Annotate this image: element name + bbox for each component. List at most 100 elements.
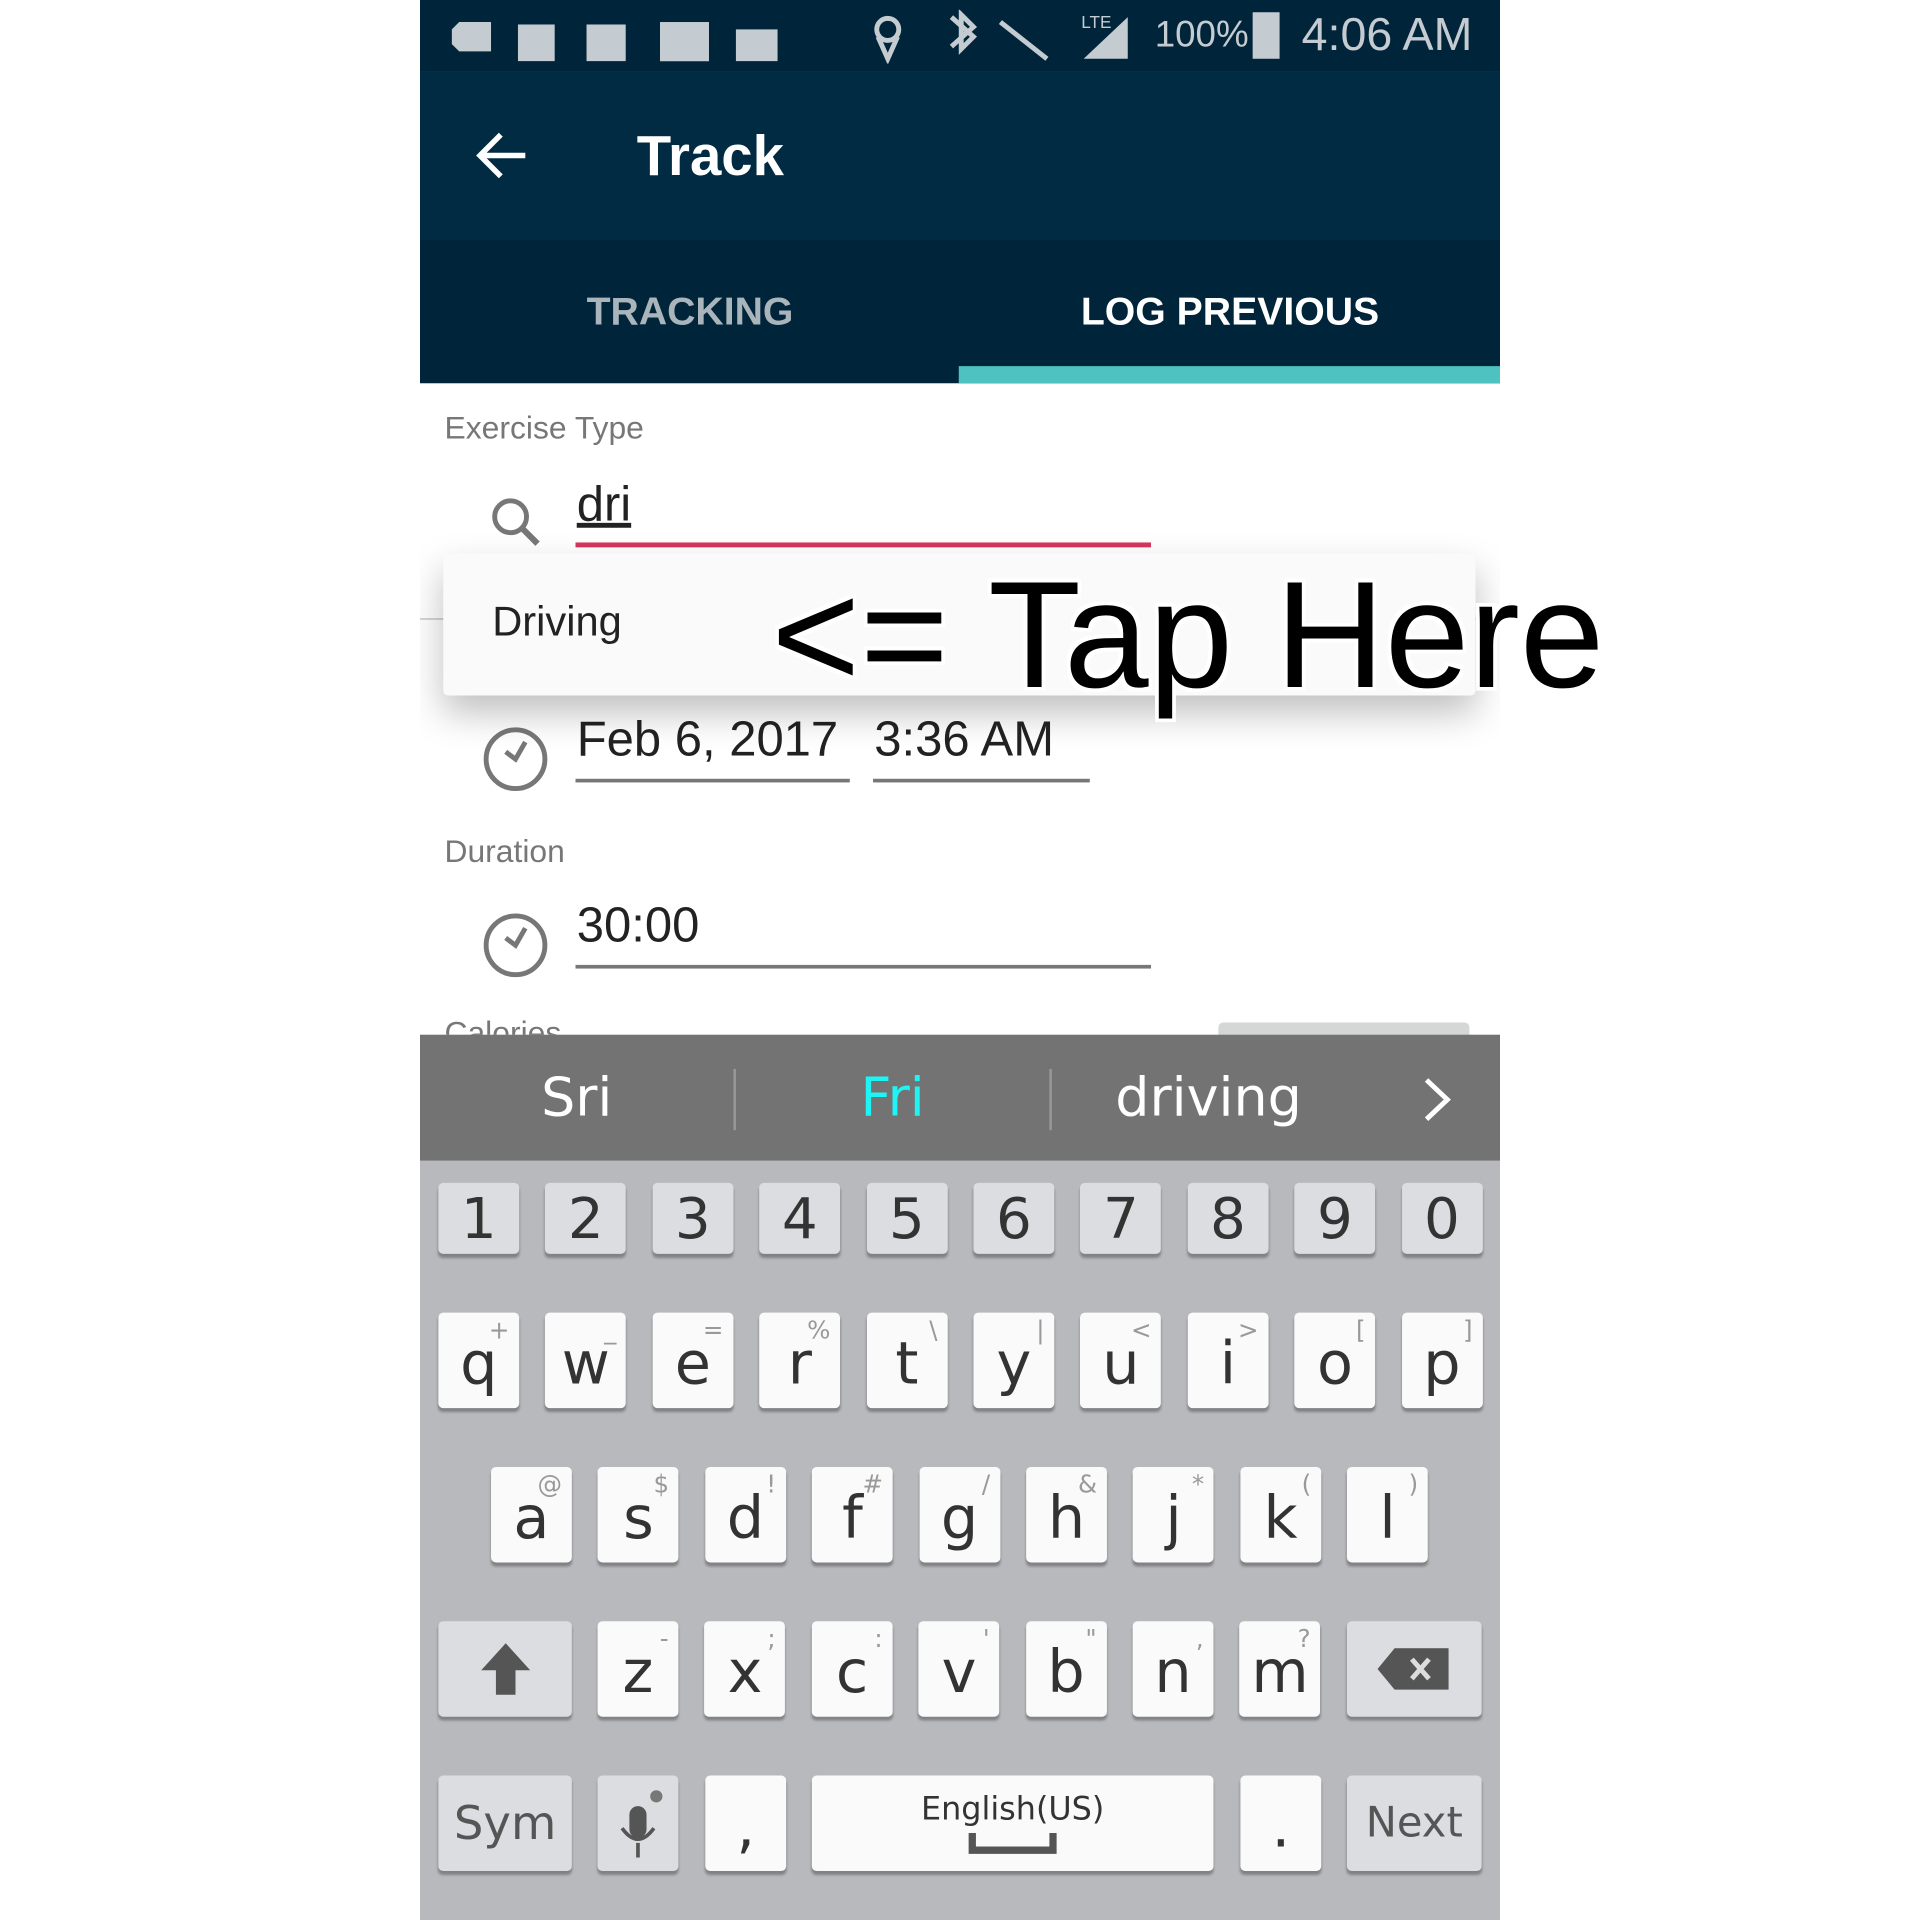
key-secondary-label: # [862,1469,884,1499]
key-label: 3 [674,1185,711,1252]
key-8[interactable]: 8 [1187,1182,1269,1254]
key-secondary-label: [ [1355,1315,1366,1345]
key-a[interactable]: a @ [491,1466,572,1563]
period-key[interactable]: . [1240,1775,1322,1872]
key-label: , [736,1792,756,1862]
key-secondary-label: _ [604,1315,617,1345]
key-f[interactable]: f # [812,1466,893,1563]
key-label: e [674,1329,711,1399]
key-6[interactable]: 6 [973,1182,1055,1254]
input-focus-line [575,542,1152,548]
key-label: 7 [1102,1185,1139,1252]
key-z[interactable]: z- [597,1621,679,1717]
comma-key[interactable]: , [705,1775,787,1872]
key-label: 9 [1316,1185,1353,1252]
key-1[interactable]: 1 [438,1182,520,1254]
key-b[interactable]: b " [1025,1621,1107,1717]
shift-key[interactable] [438,1621,572,1717]
word-suggestion[interactable]: Fri [736,1035,1049,1161]
key-secondary-label: % [807,1315,831,1345]
key-label: 4 [781,1185,818,1252]
key-l[interactable]: l) [1347,1466,1428,1563]
key-label: English(US) [920,1791,1105,1829]
key-secondary-label: ; [767,1623,776,1654]
backspace-key[interactable] [1346,1621,1482,1717]
key-q[interactable]: q + [438,1312,520,1409]
key-label: u [1102,1329,1140,1399]
calories-button[interactable] [1218,1022,1470,1035]
search-icon [492,498,540,546]
suggestion-driving[interactable]: Driving [492,599,622,647]
key-e[interactable]: e = [652,1312,734,1409]
key-u[interactable]: u < [1080,1312,1162,1409]
key-s[interactable]: s $ [598,1466,679,1563]
key-g[interactable]: g / [919,1466,1000,1563]
sym-key[interactable]: Sym [438,1775,572,1872]
key-h[interactable]: h & [1026,1466,1107,1563]
next-key[interactable]: Next [1346,1775,1482,1872]
key-9[interactable]: 9 [1294,1182,1376,1254]
duration-field[interactable]: 30:00 [577,899,700,954]
key-r[interactable]: r% [759,1312,841,1409]
key-t[interactable]: t \ [866,1312,948,1409]
word-suggestion[interactable]: driving [1052,1035,1365,1161]
key-2[interactable]: 2 [545,1182,627,1254]
key-p[interactable]: p] [1401,1312,1483,1409]
tap-here-annotation: <= Tap Here [771,551,1605,721]
key-7[interactable]: 7 [1080,1182,1162,1254]
space-key[interactable]: English(US) [811,1775,1214,1872]
key-v[interactable]: v ' [918,1621,1000,1717]
arrow-left-icon[interactable] [474,130,530,181]
key-label: l [1379,1484,1396,1553]
phone-screen: LTE 100% 4:06 AM Track TRACKING LOG PREV… [420,0,1501,1920]
word-suggestion[interactable]: Sri [420,1035,733,1161]
voice-input-key[interactable] [597,1775,679,1872]
status-bar: LTE 100% 4:06 AM [420,0,1501,72]
key-label: x [727,1638,763,1707]
key-d[interactable]: d! [705,1466,786,1563]
tab-indicator [958,366,1501,384]
key-n[interactable]: n, [1132,1621,1214,1717]
key-secondary-label: ? [1297,1623,1311,1654]
key-secondary-label: - [659,1623,669,1654]
chevron-right-icon[interactable] [1422,1076,1454,1123]
key-k[interactable]: k( [1240,1466,1321,1563]
key-secondary-label: \ [929,1315,938,1345]
key-secondary-label: $ [653,1469,670,1499]
key-label: 2 [567,1185,604,1252]
key-label: 1 [460,1185,497,1252]
key-secondary-label: ) [1408,1469,1419,1499]
keyboard: 1 2 3 4 5 6 7 8 9 0 q + w _ e = r% t \ y | u < i > o[ p] a @ s $ d! f # g /… [420,1160,1501,1920]
key-o[interactable]: o[ [1294,1312,1376,1409]
suggestion-bar: Sri Fri driving [420,1034,1501,1161]
battery-percent: 100% [1154,14,1249,56]
key-label: y [996,1329,1032,1399]
key-j[interactable]: j * [1133,1466,1214,1563]
network-type: LTE [1081,12,1112,32]
key-secondary-label: @ [537,1469,563,1499]
shift-arrow-icon [480,1643,530,1695]
key-w[interactable]: w _ [545,1312,627,1409]
key-label: h [1047,1484,1086,1553]
key-c[interactable]: c: [811,1621,893,1717]
key-label: m [1251,1638,1309,1707]
key-3[interactable]: 3 [652,1182,734,1254]
key-label: d [726,1484,765,1553]
key-0[interactable]: 0 [1401,1182,1483,1254]
tab-tracking[interactable]: TRACKING [420,240,960,383]
key-secondary-label: * [1191,1469,1205,1499]
key-x[interactable]: x; [704,1621,786,1717]
key-label: q [460,1329,498,1399]
spacebar-icon [968,1833,1057,1854]
key-m[interactable]: m? [1239,1621,1321,1717]
key-label: 5 [888,1185,925,1252]
key-secondary-label: ' [982,1623,990,1654]
key-4[interactable]: 4 [759,1182,841,1254]
key-secondary-label: & [1078,1469,1098,1499]
exercise-search-input[interactable]: dri [577,478,631,533]
key-y[interactable]: y | [973,1312,1055,1409]
key-5[interactable]: 5 [866,1182,948,1254]
tab-log-previous[interactable]: LOG PREVIOUS [960,240,1500,383]
key-i[interactable]: i > [1187,1312,1269,1409]
key-secondary-label: / [981,1469,991,1499]
